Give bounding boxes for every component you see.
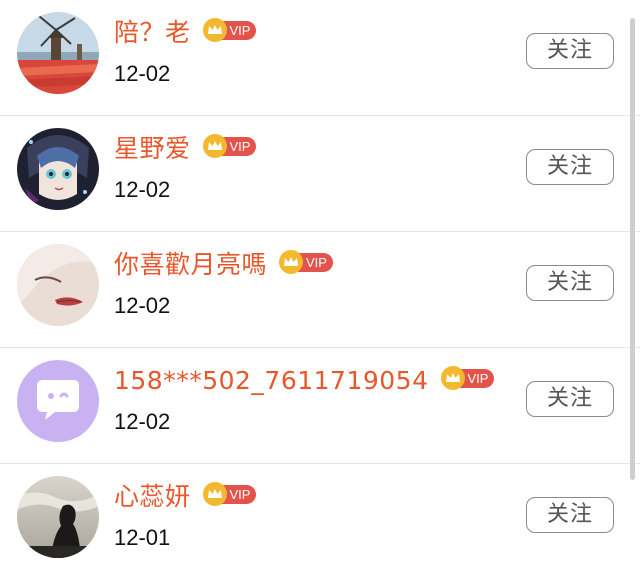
crown-icon bbox=[202, 134, 227, 158]
windmill-photo-icon bbox=[17, 12, 99, 94]
user-name[interactable]: 你喜歡月亮嗎 bbox=[114, 248, 267, 282]
list-item[interactable]: 陪？老 VIP 12-02 关注 bbox=[0, 0, 640, 116]
follow-date: 12-02 bbox=[114, 409, 171, 434]
name-line: 158***502_7611719054 VIP bbox=[114, 364, 495, 398]
follow-date: 12-01 bbox=[114, 525, 171, 550]
vip-badge: VIP bbox=[279, 250, 333, 274]
vip-badge: VIP bbox=[202, 482, 257, 506]
anime-avatar-icon bbox=[17, 128, 99, 210]
follow-date: 12-02 bbox=[114, 61, 171, 86]
follow-button[interactable]: 关注 bbox=[526, 497, 614, 533]
vip-badge: VIP bbox=[202, 18, 257, 42]
name-line: 星野爱 VIP bbox=[114, 132, 257, 166]
chat-bubble-icon bbox=[17, 360, 99, 442]
list-item[interactable]: 星野爱 VIP 12-02 关注 bbox=[0, 116, 640, 232]
follow-button[interactable]: 关注 bbox=[526, 149, 614, 185]
user-name[interactable]: 陪？老 bbox=[114, 16, 191, 50]
list-item[interactable]: 你喜歡月亮嗎 VIP 12-02 关注 bbox=[0, 232, 640, 348]
list-item[interactable]: 心蕊妍 VIP 12-01 关注 bbox=[0, 464, 640, 567]
crown-icon bbox=[202, 18, 227, 42]
silhouette-photo-icon bbox=[17, 476, 99, 558]
vip-badge: VIP bbox=[440, 366, 495, 390]
crown-icon bbox=[440, 366, 465, 390]
user-name[interactable]: 158***502_7611719054 bbox=[114, 364, 429, 398]
name-line: 陪？老 VIP bbox=[114, 16, 257, 50]
avatar[interactable] bbox=[17, 360, 99, 442]
follow-button[interactable]: 关注 bbox=[526, 265, 614, 301]
scrollbar[interactable] bbox=[630, 18, 635, 480]
follow-button[interactable]: 关注 bbox=[526, 381, 614, 417]
name-line: 你喜歡月亮嗎 VIP bbox=[114, 248, 333, 282]
avatar[interactable] bbox=[17, 244, 99, 326]
avatar[interactable] bbox=[17, 128, 99, 210]
list-item[interactable]: 158***502_7611719054 VIP 12-02 关注 bbox=[0, 348, 640, 464]
user-name[interactable]: 星野爱 bbox=[114, 132, 191, 166]
avatar[interactable] bbox=[17, 12, 99, 94]
follow-date: 12-02 bbox=[114, 177, 171, 202]
vip-badge: VIP bbox=[202, 134, 257, 158]
follower-list: 陪？老 VIP 12-02 关注 星野爱 VIP 12-02 关注 你喜歡月亮嗎… bbox=[0, 0, 640, 567]
face-drawing-icon bbox=[17, 244, 99, 326]
name-line: 心蕊妍 VIP bbox=[114, 480, 257, 514]
user-name[interactable]: 心蕊妍 bbox=[114, 480, 191, 514]
crown-icon bbox=[202, 482, 227, 506]
follow-date: 12-02 bbox=[114, 293, 171, 318]
avatar[interactable] bbox=[17, 476, 99, 558]
follow-button[interactable]: 关注 bbox=[526, 33, 614, 69]
crown-icon bbox=[279, 250, 304, 274]
